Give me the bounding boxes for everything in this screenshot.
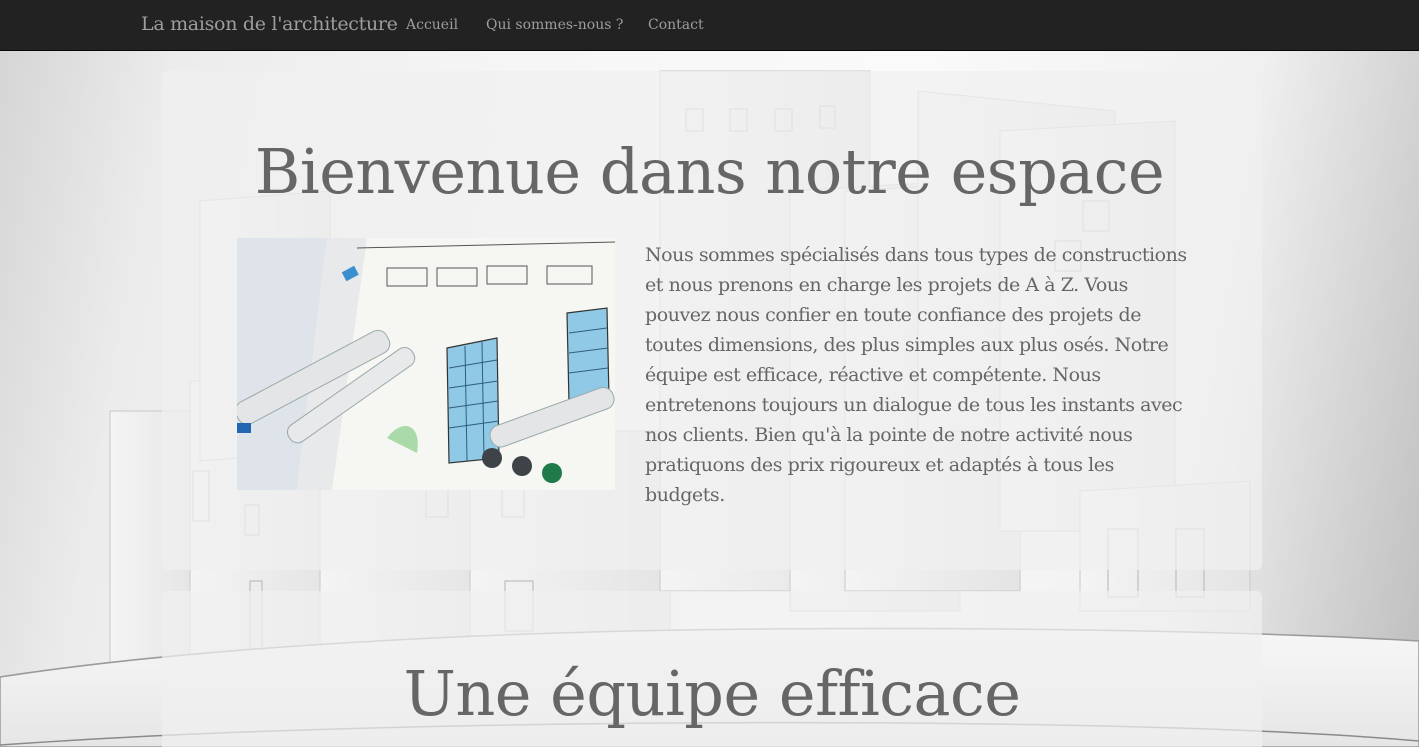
welcome-description: Nous sommes spécialisés dans tous types … <box>645 244 1187 506</box>
architecture-photo <box>237 238 615 490</box>
brand-link[interactable]: La maison de l'architecture <box>141 13 398 35</box>
nav-link-qui-sommes-nous[interactable]: Qui sommes-nous ? <box>486 17 623 33</box>
architecture-sketch-markers-icon <box>237 238 615 490</box>
team-title: Une équipe efficace <box>403 657 1021 730</box>
nav-link-contact[interactable]: Contact <box>648 17 704 33</box>
nav-link-accueil[interactable]: Accueil <box>406 17 458 33</box>
top-navbar: La maison de l'architecture Accueil Qui … <box>0 0 1419 51</box>
welcome-title: Bienvenue dans notre espace <box>254 135 1165 208</box>
